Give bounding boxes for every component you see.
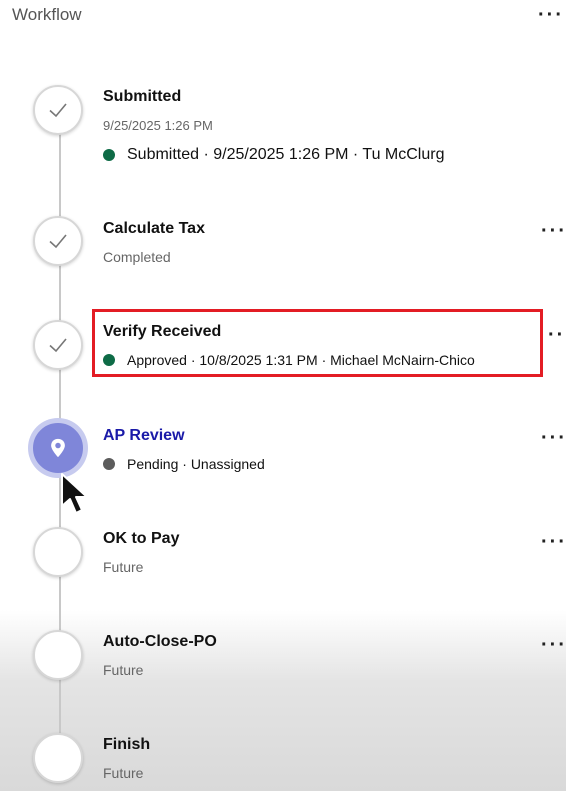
step-subtitle: Future (103, 559, 144, 575)
workflow-panel: Workflow ··· Submitted 9/25/2025 1:26 PM… (0, 0, 566, 791)
more-horizontal-icon[interactable]: ··· (541, 221, 566, 241)
status-text: Pending · Unassigned (127, 456, 265, 472)
mouse-pointer-icon (61, 473, 88, 514)
status-dot-icon (103, 149, 115, 161)
check-icon (33, 216, 83, 266)
empty-circle-icon (33, 630, 83, 680)
check-icon (33, 320, 83, 370)
step-subtitle: Future (103, 765, 144, 781)
step-title: Auto-Close-PO (103, 633, 217, 650)
status-row: Pending · Unassigned (103, 456, 265, 472)
step-subtitle: Future (103, 662, 144, 678)
status-dot-icon (103, 458, 115, 470)
status-row: Submitted · 9/25/2025 1:26 PM · Tu McClu… (103, 146, 444, 164)
step-subtitle: Completed (103, 249, 171, 265)
more-horizontal-icon[interactable]: ··· (541, 635, 566, 655)
check-icon (33, 85, 83, 135)
step-subtitle: 9/25/2025 1:26 PM (103, 118, 213, 133)
step-title: Verify Received (103, 323, 222, 340)
status-row: Approved · 10/8/2025 1:31 PM · Michael M… (103, 352, 475, 368)
step-title: Finish (103, 736, 151, 753)
status-dot-icon (103, 354, 115, 366)
status-text: Submitted · 9/25/2025 1:26 PM · Tu McClu… (127, 146, 445, 163)
status-text: Approved · 10/8/2025 1:31 PM · Michael M… (127, 352, 475, 368)
workflow-more-icon[interactable]: ··· (538, 5, 564, 25)
step-title: Calculate Tax (103, 220, 205, 237)
more-horizontal-icon[interactable]: ··· (541, 532, 566, 552)
step-title: OK to Pay (103, 530, 180, 547)
location-pin-icon (33, 423, 83, 473)
bottom-fade (0, 610, 566, 791)
step-title: Submitted (103, 88, 182, 105)
more-horizontal-icon[interactable]: ·· (548, 325, 565, 345)
panel-title: Workflow (12, 5, 82, 24)
more-horizontal-icon[interactable]: ··· (541, 428, 566, 448)
empty-circle-icon (33, 527, 83, 577)
empty-circle-icon (33, 733, 83, 783)
step-title: AP Review (103, 427, 185, 444)
